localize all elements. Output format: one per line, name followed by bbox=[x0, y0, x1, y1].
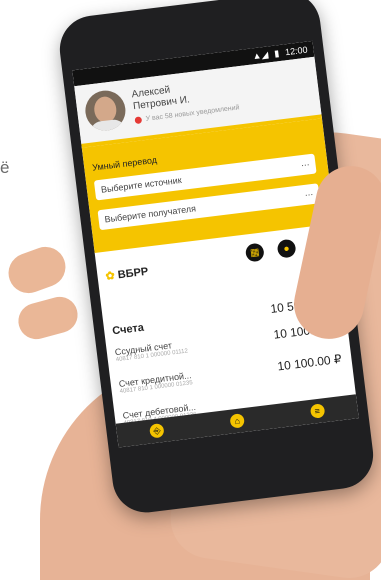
finger-1 bbox=[2, 241, 72, 299]
source-label: Выберите источник bbox=[100, 174, 183, 195]
more-icon[interactable]: ... bbox=[300, 157, 310, 169]
logout-icon[interactable]: ⎆ bbox=[149, 422, 165, 439]
signal-icon: ▲◢ bbox=[251, 48, 269, 61]
menu-icon[interactable]: ≡ bbox=[309, 403, 326, 419]
accounts-title: Счета bbox=[111, 321, 145, 338]
stray-char: ё bbox=[0, 158, 10, 177]
user-name: Алексей Петрович И. bbox=[131, 82, 190, 113]
logo-text: ВБРР bbox=[117, 265, 149, 282]
transfer-title: Умный перевод bbox=[91, 154, 158, 173]
home-icon[interactable]: ⌂ bbox=[229, 413, 245, 429]
more-icon[interactable]: ... bbox=[304, 187, 314, 199]
battery-icon: ▮ bbox=[273, 47, 280, 59]
finger-2 bbox=[14, 292, 82, 344]
clock: 12:00 bbox=[284, 44, 309, 58]
recipient-label: Выберите получателя bbox=[104, 203, 197, 225]
chat-icon[interactable]: ● bbox=[276, 238, 297, 259]
bank-logo: ✿ ВБРР bbox=[105, 265, 149, 283]
logo-star-icon: ✿ bbox=[104, 269, 116, 283]
alert-dot-icon bbox=[134, 116, 143, 125]
document-icon[interactable]: ▦ bbox=[244, 242, 265, 263]
avatar[interactable] bbox=[83, 88, 128, 133]
